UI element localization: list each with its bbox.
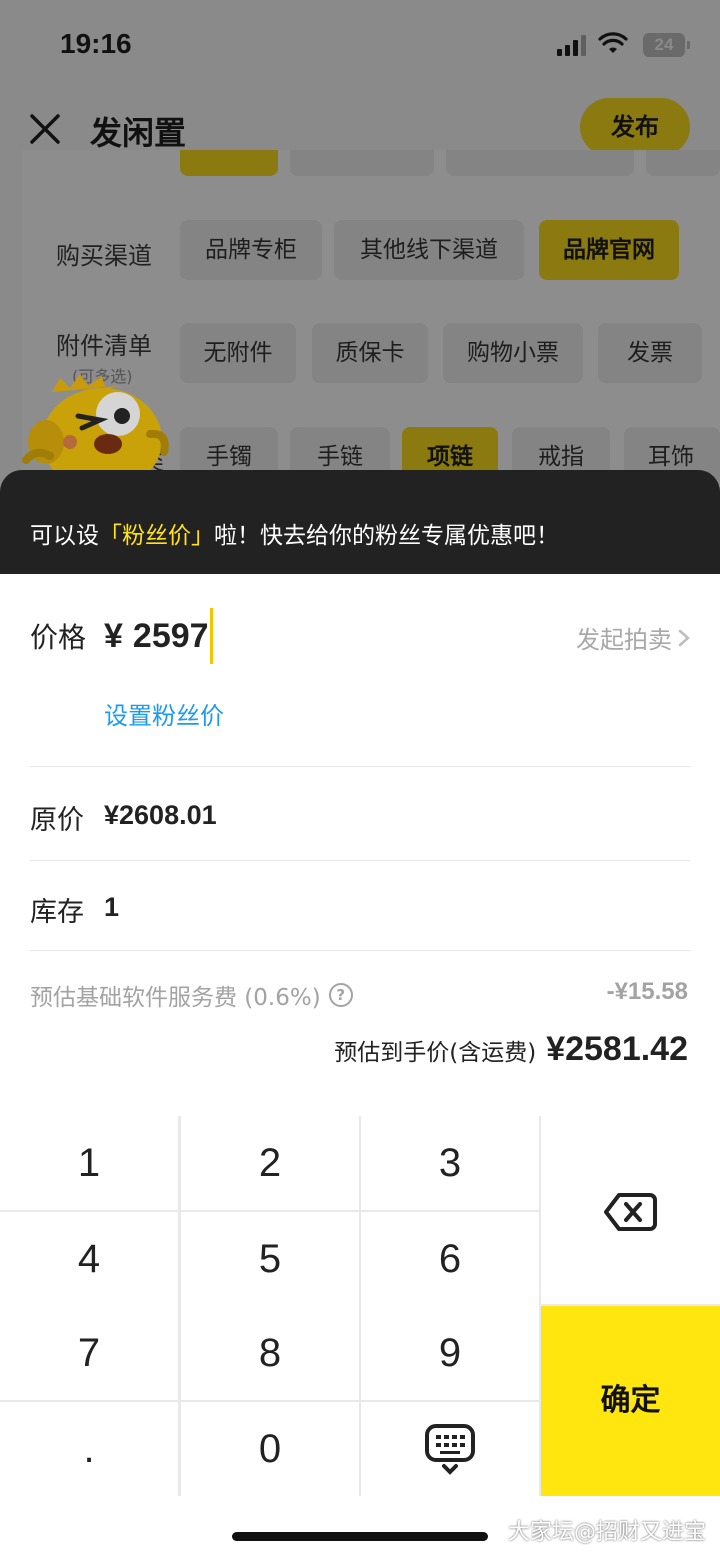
- purchase-channel-row: 购买渠道 品牌专柜 其他线下渠道 品牌官网: [22, 220, 720, 280]
- keyboard-hide-key[interactable]: [361, 1402, 539, 1496]
- price-value: 2597: [132, 616, 209, 655]
- banner-highlight: 「粉丝价」: [99, 523, 214, 549]
- service-fee-text: 预估基础软件服务费 (0.6%): [30, 985, 321, 1011]
- battery-level: 24: [654, 35, 674, 54]
- text-caret: [209, 608, 213, 664]
- key-0[interactable]: 0: [181, 1402, 359, 1496]
- divider: [30, 860, 690, 861]
- backspace-key[interactable]: [541, 1116, 720, 1304]
- help-icon[interactable]: ?: [328, 983, 353, 1007]
- chip-other-offline[interactable]: 其他线下渠道: [334, 220, 524, 280]
- page-title: 发闲置: [90, 114, 187, 152]
- purchase-channel-label: 购买渠道: [56, 242, 152, 270]
- mascot-fish-icon: [22, 374, 169, 482]
- auction-label: 发起拍卖: [576, 626, 672, 654]
- backspace-icon: [604, 1193, 657, 1231]
- numeric-keypad: 1 2 3 4 5 6 7 8 9 . 0 确定: [0, 1116, 720, 1496]
- price-sheet: 价格 ¥ 2597 发起拍卖 设置粉丝价 原价 ¥2608.01 库存 1 预估…: [0, 574, 720, 1116]
- price-input[interactable]: ¥ 2597: [104, 608, 213, 664]
- bottom-safe-area: 大家坛@招财又进宝: [0, 1496, 720, 1558]
- banner-text: 可以设「粉丝价」啦！快去给你的粉丝专属优惠吧！: [30, 516, 559, 550]
- fan-price-banner: 可以设「粉丝价」啦！快去给你的粉丝专属优惠吧！: [0, 470, 720, 574]
- original-price-value[interactable]: ¥2608.01: [104, 800, 217, 831]
- chip-invoice[interactable]: 发票: [598, 323, 702, 383]
- chip-no-accessory[interactable]: 无附件: [180, 323, 296, 383]
- chip-brand-website[interactable]: 品牌官网: [539, 220, 679, 280]
- divider: [30, 950, 690, 951]
- partial-chip[interactable]: [180, 150, 278, 176]
- close-icon[interactable]: [28, 112, 62, 146]
- home-indicator[interactable]: [232, 1532, 488, 1541]
- cellular-signal-icon: [557, 34, 586, 56]
- key-7[interactable]: 7: [0, 1306, 178, 1400]
- key-6[interactable]: 6: [361, 1212, 539, 1306]
- start-auction-link[interactable]: 发起拍卖: [576, 620, 690, 655]
- divider: [30, 766, 690, 767]
- key-3[interactable]: 3: [361, 1116, 539, 1210]
- chip-warranty-card[interactable]: 质保卡: [312, 323, 428, 383]
- banner-prefix: 可以设: [30, 523, 99, 549]
- net-price-label: 预估到手价(含运费): [334, 1040, 537, 1066]
- original-price-label: 原价: [30, 805, 84, 836]
- chip-brand-counter[interactable]: 品牌专柜: [180, 220, 322, 280]
- net-price-value: ¥2581.42: [546, 1030, 688, 1068]
- partial-chip[interactable]: [646, 150, 720, 176]
- chip-receipt[interactable]: 购物小票: [443, 323, 583, 383]
- currency-symbol: ¥: [104, 616, 123, 655]
- accessories-label: 附件清单: [56, 332, 152, 360]
- set-fan-price-link[interactable]: 设置粉丝价: [104, 696, 224, 731]
- key-1[interactable]: 1: [0, 1116, 178, 1210]
- status-bar: 19:16 24: [0, 0, 720, 90]
- confirm-button[interactable]: 确定: [541, 1306, 720, 1496]
- stock-label: 库存: [30, 897, 84, 928]
- service-fee-label: 预估基础软件服务费 (0.6%) ?: [30, 978, 353, 1012]
- key-8[interactable]: 8: [181, 1306, 359, 1400]
- partial-chip[interactable]: [290, 150, 434, 176]
- wifi-icon: [598, 32, 628, 53]
- key-2[interactable]: 2: [181, 1116, 359, 1210]
- watermark: 大家坛@招财又进宝: [507, 1520, 706, 1545]
- publish-button[interactable]: 发布: [580, 98, 690, 156]
- stock-value[interactable]: 1: [104, 892, 119, 923]
- key-9[interactable]: 9: [361, 1306, 539, 1400]
- keyboard-hide-icon: [425, 1424, 475, 1475]
- partial-chip[interactable]: [446, 150, 634, 176]
- status-time: 19:16: [60, 28, 132, 59]
- chevron-right-icon: [678, 629, 690, 646]
- key-decimal[interactable]: .: [0, 1402, 178, 1496]
- service-fee-value: -¥15.58: [606, 978, 688, 1005]
- battery-icon: 24: [643, 33, 690, 57]
- key-5[interactable]: 5: [181, 1212, 359, 1306]
- key-4[interactable]: 4: [0, 1212, 178, 1306]
- banner-suffix: 啦！快去给你的粉丝专属优惠吧！: [214, 523, 559, 549]
- price-label: 价格: [30, 621, 87, 654]
- net-price-row: 预估到手价(含运费) ¥2581.42: [334, 1030, 688, 1069]
